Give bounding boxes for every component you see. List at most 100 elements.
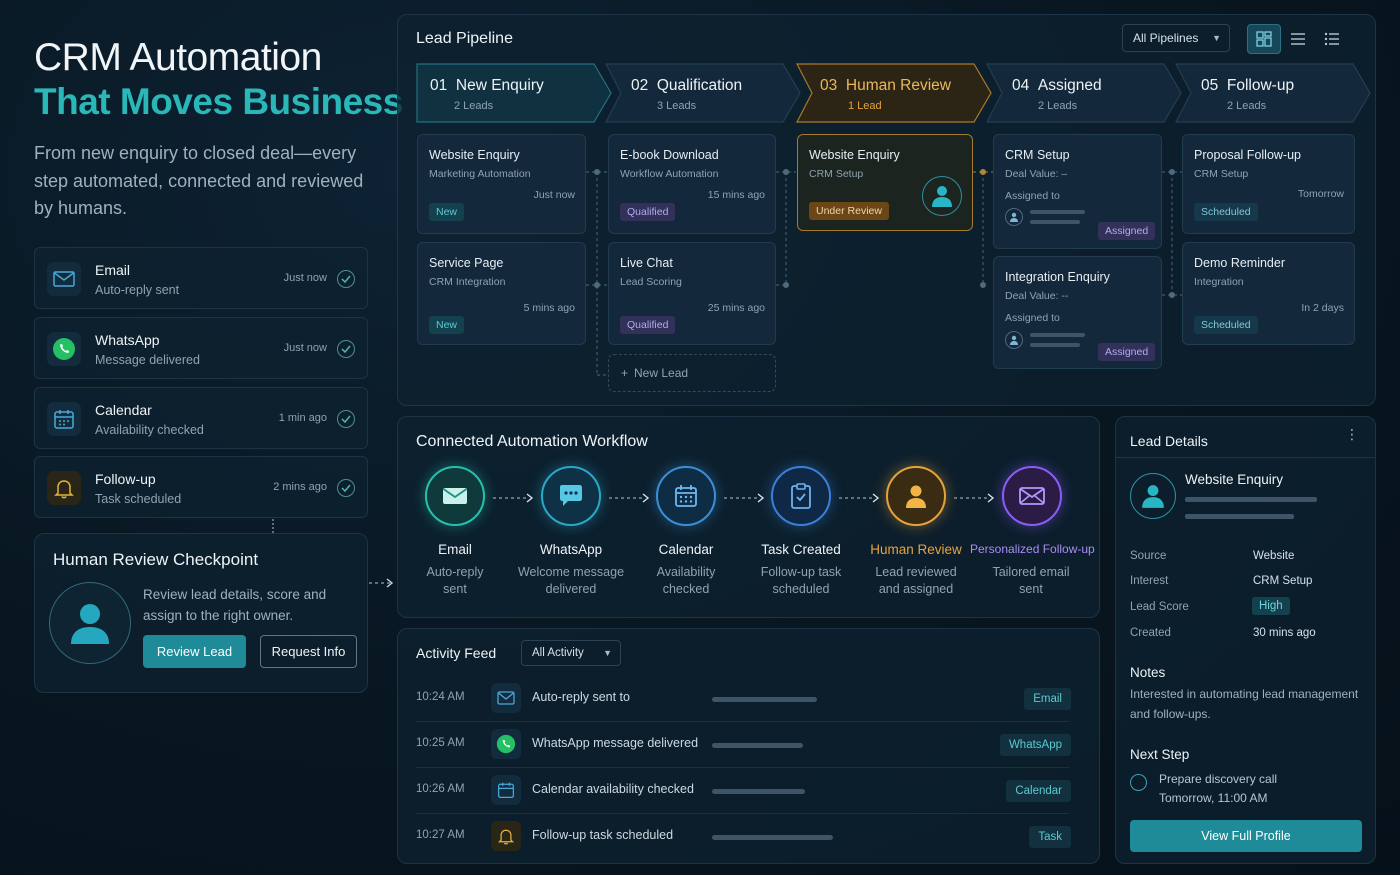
lead-card-title: CRM Setup (1005, 148, 1070, 162)
status-badge: Scheduled (1194, 203, 1258, 221)
workflow-human-review-node[interactable] (886, 466, 946, 526)
lead-card-time: 5 mins ago (523, 302, 575, 314)
user-avatar-icon (49, 582, 131, 664)
hero-title-accent: That Moves Business (34, 81, 403, 122)
notification-title: Follow-up (95, 471, 156, 487)
new-lead-button[interactable]: + New Lead (608, 354, 776, 392)
workflow-whatsapp-node[interactable] (541, 466, 601, 526)
calendar-icon (47, 402, 81, 436)
activity-row[interactable]: 10:24 AM Auto-reply sent to Email (398, 676, 1101, 722)
mail-icon (47, 262, 81, 296)
chevron-down-icon: ▼ (603, 648, 612, 658)
lead-card-title: Integration Enquiry (1005, 270, 1110, 284)
lead-card[interactable]: CRM Setup Deal Value: – Assigned to Assi… (993, 134, 1162, 249)
notification-time: Just now (283, 272, 327, 284)
status-badge: Scheduled (1194, 316, 1258, 334)
assigned-label: Assigned to (1005, 190, 1060, 202)
lead-name: Website Enquiry (1185, 472, 1284, 487)
human-review-checkpoint: Human Review Checkpoint Review lead deta… (34, 533, 368, 693)
activity-text: Auto-reply sent to (532, 690, 630, 704)
activity-filter-value: All Activity (532, 647, 584, 659)
activity-row[interactable]: 10:27 AM Follow-up task scheduled Task (398, 814, 1101, 860)
placeholder-bar (1030, 343, 1080, 347)
activity-time: 10:25 AM (416, 737, 465, 749)
notification-subtitle: Task scheduled (95, 492, 182, 506)
lead-card[interactable]: Website Enquiry Marketing Automation Jus… (417, 134, 586, 234)
lead-card-time: 25 mins ago (707, 302, 765, 314)
request-info-button[interactable]: Request Info (260, 635, 357, 668)
status-badge: Assigned (1098, 343, 1156, 361)
activity-filter-select[interactable]: All Activity ▼ (521, 640, 621, 666)
activity-time: 10:26 AM (416, 783, 465, 795)
lead-card-title: Proposal Follow-up (1194, 148, 1301, 162)
notification-whatsapp[interactable]: WhatsApp Message delivered Just now (34, 317, 368, 379)
review-lead-button[interactable]: Review Lead (143, 635, 246, 668)
workflow-step-desc: Lead reviewed and assigned (875, 565, 957, 596)
calendar-icon (491, 775, 521, 805)
workflow-email-node[interactable] (425, 466, 485, 526)
activity-feed-panel: Activity Feed All Activity ▼ 10:24 AM Au… (397, 628, 1100, 864)
view-full-profile-button[interactable]: View Full Profile (1130, 820, 1362, 852)
activity-bar (712, 697, 817, 702)
checkpoint-title: Human Review Checkpoint (53, 550, 259, 569)
lead-card-subtitle: Integration (1194, 276, 1244, 288)
lead-card-time: Tomorrow (1297, 188, 1344, 200)
connector-line (272, 519, 274, 533)
lead-card-title: Live Chat (620, 256, 673, 270)
mail-icon (442, 488, 468, 504)
check-icon (337, 479, 355, 497)
activity-text: Calendar availability checked (532, 782, 694, 796)
lead-card-title: Service Page (429, 256, 504, 270)
lead-card-subtitle: Marketing Automation (429, 168, 531, 180)
lead-card[interactable]: E-book Download Workflow Automation 15 m… (608, 134, 776, 234)
automation-workflow-panel: Connected Automation Workflow Email Auto… (397, 416, 1100, 618)
lead-card[interactable]: Demo Reminder Integration In 2 days Sche… (1182, 242, 1355, 345)
activity-tag: Calendar (1006, 780, 1071, 802)
lead-card-subtitle: Lead Scoring (620, 276, 682, 288)
workflow-follow-up-node[interactable] (1002, 466, 1062, 526)
notification-title: Calendar (95, 402, 152, 418)
lead-card-subtitle: Deal Value: -- (1005, 290, 1069, 302)
activity-bar (712, 743, 803, 748)
field-label: Interest (1130, 575, 1169, 587)
status-badge: Qualified (620, 203, 676, 221)
lead-card-subtitle: Workflow Automation (620, 168, 719, 180)
workflow-step-label: Personalized Follow-up (970, 542, 1095, 556)
notification-calendar[interactable]: Calendar Availability checked 1 min ago (34, 387, 368, 449)
lead-card-title: Website Enquiry (429, 148, 520, 162)
field-value: 30 mins ago (1253, 627, 1316, 639)
notification-email[interactable]: Email Auto-reply sent Just now (34, 247, 368, 309)
lead-card[interactable]: Integration Enquiry Deal Value: -- Assig… (993, 256, 1162, 369)
user-avatar-icon (1130, 473, 1176, 519)
workflow-task-node[interactable] (771, 466, 831, 526)
checkpoint-description: Review lead details, score and assign to… (143, 587, 327, 623)
notification-time: Just now (283, 342, 327, 354)
activity-row[interactable]: 10:25 AM WhatsApp message delivered What… (398, 722, 1101, 768)
workflow-step-desc: Follow-up task scheduled (760, 565, 842, 596)
status-badge: Qualified (620, 316, 676, 334)
workflow-step-label: WhatsApp (539, 542, 603, 557)
next-step-checkbox[interactable] (1130, 774, 1147, 791)
notification-subtitle: Auto-reply sent (95, 283, 180, 297)
placeholder-bar (1030, 333, 1085, 337)
lead-card-time: In 2 days (1301, 302, 1344, 314)
lead-card[interactable]: Service Page CRM Integration 5 mins ago … (417, 242, 586, 345)
field-label: Lead Score (1130, 601, 1189, 613)
workflow-calendar-node[interactable] (656, 466, 716, 526)
notification-follow-up[interactable]: Follow-up Task scheduled 2 mins ago (34, 456, 368, 518)
next-step-text: Prepare discovery call (1159, 772, 1278, 786)
activity-tag: Email (1024, 688, 1071, 710)
hero-subtitle: From new enquiry to closed deal—every st… (34, 143, 364, 218)
chat-icon (560, 485, 582, 506)
notes-title: Notes (1130, 665, 1166, 680)
notes-text: Interested in automating lead management… (1130, 687, 1359, 721)
lead-card[interactable]: Live Chat Lead Scoring 25 mins ago Quali… (608, 242, 776, 345)
notification-subtitle: Message delivered (95, 353, 200, 367)
lead-card[interactable]: Proposal Follow-up CRM Setup Tomorrow Sc… (1182, 134, 1355, 234)
notification-title: Email (95, 262, 131, 278)
field-label: Created (1130, 627, 1171, 639)
activity-tag: WhatsApp (999, 734, 1071, 756)
lead-card-under-review[interactable]: Website Enquiry CRM Setup Under Review (797, 134, 973, 231)
more-options-icon[interactable]: ⋮ (1345, 427, 1359, 441)
activity-row[interactable]: 10:26 AM Calendar availability checked C… (398, 768, 1101, 814)
